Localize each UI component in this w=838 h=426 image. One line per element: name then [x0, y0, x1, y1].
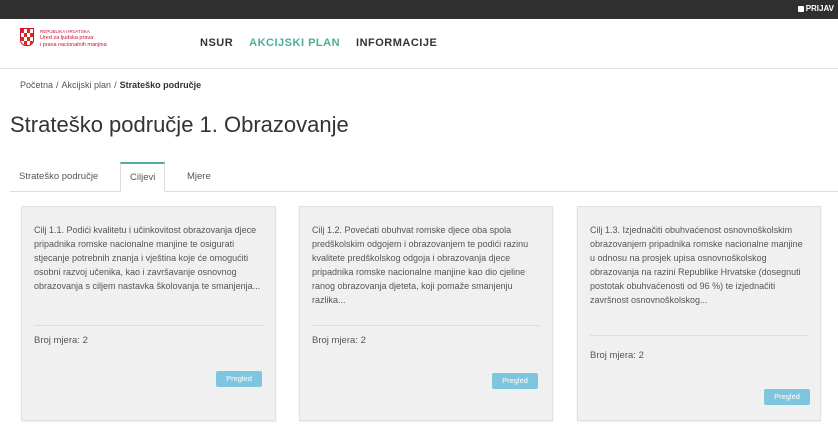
- goal-description: Cilj 1.2. Povećati obuhvat romske djece …: [312, 225, 529, 305]
- card-divider: [34, 325, 263, 326]
- login-link[interactable]: PRIJAV: [797, 4, 834, 13]
- breadcrumb: Početna / Akcijski plan / Strateško podr…: [20, 80, 201, 90]
- goal-description: Cilj 1.3. Izjednačiti obuhvaćenost osnov…: [590, 225, 803, 305]
- breadcrumb-action-plan[interactable]: Akcijski plan: [62, 80, 112, 90]
- measures-count: Broj mjera: 2: [312, 335, 366, 346]
- card-divider: [590, 335, 808, 336]
- goal-card-2: Cilj 1.2. Povećati obuhvat romske djece …: [299, 206, 553, 421]
- goal-card-1: Cilj 1.1. Podići kvalitetu i učinkovitos…: [21, 206, 276, 421]
- tab-measures[interactable]: Mjere: [178, 162, 220, 192]
- page-title: Strateško područje 1. Obrazovanje: [10, 112, 349, 137]
- site-logo[interactable]: REPUBLIKA HRVATSKA Ured za ljudska prava…: [20, 28, 140, 49]
- tab-strategic-area[interactable]: Strateško područje: [10, 162, 107, 192]
- breadcrumb-separator: /: [114, 80, 117, 90]
- breadcrumb-separator: /: [56, 80, 59, 90]
- croatian-coat-of-arms-icon: [20, 28, 34, 46]
- logo-line-2: i prava nacionalnih manjina: [40, 42, 107, 48]
- tab-bar: Strateško područje Ciljevi Mjere: [10, 162, 838, 192]
- nav-item-informacije[interactable]: INFORMACIJE: [356, 37, 437, 49]
- nav-item-akcijski-plan[interactable]: AKCIJSKI PLAN: [249, 37, 340, 49]
- lock-icon: [797, 5, 804, 12]
- measures-count: Broj mjera: 2: [590, 350, 644, 361]
- goal-description: Cilj 1.1. Podići kvalitetu i učinkovitos…: [34, 225, 261, 291]
- breadcrumb-current: Strateško područje: [119, 80, 202, 90]
- goal-card-3: Cilj 1.3. Izjednačiti obuhvaćenost osnov…: [577, 206, 821, 421]
- measures-count: Broj mjera: 2: [34, 335, 88, 346]
- site-header: REPUBLIKA HRVATSKA Ured za ljudska prava…: [0, 19, 838, 69]
- tab-goals[interactable]: Ciljevi: [120, 162, 166, 192]
- login-label: PRIJAV: [805, 4, 834, 13]
- breadcrumb-home[interactable]: Početna: [20, 80, 53, 90]
- logo-line-0: REPUBLIKA HRVATSKA: [40, 29, 90, 34]
- card-divider: [312, 325, 540, 326]
- view-button[interactable]: Pregled: [764, 389, 810, 405]
- view-button[interactable]: Pregled: [216, 371, 262, 387]
- logo-line-1: Ured za ljudska prava: [40, 35, 94, 41]
- nav-item-nsur[interactable]: NSUR: [200, 37, 233, 49]
- main-nav: NSUR AKCIJSKI PLAN INFORMACIJE: [200, 37, 437, 49]
- top-bar: PRIJAV: [0, 0, 838, 19]
- view-button[interactable]: Pregled: [492, 373, 538, 389]
